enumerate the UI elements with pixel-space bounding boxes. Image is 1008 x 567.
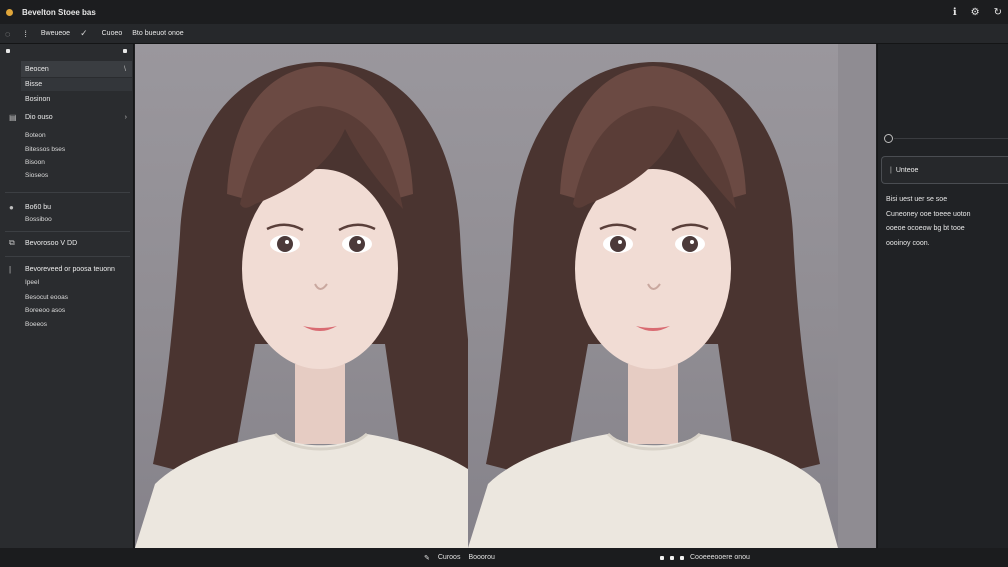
sidebar-subitem[interactable]: Ipeel [25, 279, 39, 286]
chevron-icon: \ [124, 65, 126, 73]
cursor-icon: | [890, 166, 892, 174]
toolbar-item-3[interactable]: Bto bueuot onoe [132, 30, 183, 37]
app-title: Bevelton Stoee bas [22, 7, 96, 17]
properties-panel: | Unteoe Bisi uest uer se soe Cuneoney o… [877, 44, 1008, 548]
divider [5, 256, 130, 257]
pen-icon: ✎ [424, 554, 430, 562]
sidebar: Beocen \ Bisse Bosinon ▤ Dio ouso › Bote… [0, 44, 134, 548]
status-item-1[interactable]: Curoos [438, 554, 461, 561]
bullet-icon: ● [9, 202, 14, 212]
radio-icon[interactable] [884, 134, 893, 143]
sidebar-subitem[interactable]: Boeeos [25, 321, 47, 328]
circle-icon[interactable]: ◌ [5, 29, 10, 39]
settings-icon[interactable]: ⚙ [971, 7, 980, 18]
sidebar-item-2[interactable]: Bosinon [21, 93, 132, 106]
sidebar-item-0[interactable]: Beocen \ [21, 61, 132, 77]
sidebar-header [0, 44, 133, 58]
text-input[interactable]: | Unteoe [881, 156, 1008, 184]
sidebar-subitem[interactable]: Boreeoo asos [25, 307, 65, 314]
description-text: Bisi uest uer se soe Cuneoney ooe toeee … [886, 196, 971, 247]
bar-icon: | [9, 264, 12, 274]
dot-icon[interactable] [670, 555, 674, 560]
sidebar-subitem[interactable]: Bitessos bses [25, 146, 65, 153]
sidebar-subitem[interactable]: Bisoon [25, 159, 45, 166]
folder-icon: ▤ [9, 112, 17, 122]
portrait-image-right [468, 44, 838, 548]
divider [5, 192, 130, 193]
sidebar-close-icon[interactable] [123, 49, 127, 53]
menu-icon[interactable]: ⁞ [24, 29, 27, 39]
image-canvas[interactable] [135, 44, 876, 548]
dot-icon[interactable] [680, 555, 684, 560]
layers-icon: ⧉ [9, 238, 15, 247]
sidebar-subitem[interactable]: Besocut eooas [25, 294, 68, 301]
divider [5, 231, 130, 232]
title-bar: Bevelton Stoee bas ℹ ⚙ ↻ [0, 0, 1008, 24]
sidebar-section-4[interactable]: | Bevoreveed or poosa teuonn [0, 262, 134, 276]
check-icon[interactable]: ✓ [80, 28, 88, 39]
toolbar-item-1[interactable]: Bweueoe [41, 30, 70, 37]
sidebar-item-1[interactable]: Bisse [21, 78, 132, 91]
sidebar-section-1[interactable]: ▤ Dio ouso › [0, 110, 134, 124]
status-item-3[interactable]: Cooeeeooere onou [690, 554, 750, 561]
status-bar: ✎ Curoos Booorou Cooeeeooere onou [0, 548, 1008, 567]
toolbar: ◌ ⁞ Bweueoe ✓ Cuoeo Bto bueuot onoe [0, 24, 1008, 44]
dot-icon[interactable] [660, 555, 664, 560]
toolbar-item-2[interactable]: Cuoeo [102, 30, 123, 37]
sidebar-subitem[interactable]: Bossiboo [25, 216, 52, 223]
refresh-icon[interactable]: ↻ [994, 7, 1002, 18]
sidebar-menu-icon[interactable] [6, 49, 10, 53]
portrait-image-left [135, 44, 505, 548]
status-item-2[interactable]: Booorou [468, 554, 494, 561]
expand-icon: › [124, 113, 127, 121]
app-logo-icon [6, 8, 13, 16]
sidebar-subitem[interactable]: Boteon [25, 132, 46, 139]
divider [894, 138, 1008, 139]
info-icon[interactable]: ℹ [953, 7, 957, 18]
sidebar-section-2[interactable]: ● Bo60 bu [0, 201, 134, 213]
sidebar-subitem[interactable]: Sioseos [25, 172, 48, 179]
sidebar-section-3[interactable]: ⧉ Bevorosoo V DD [0, 236, 134, 250]
